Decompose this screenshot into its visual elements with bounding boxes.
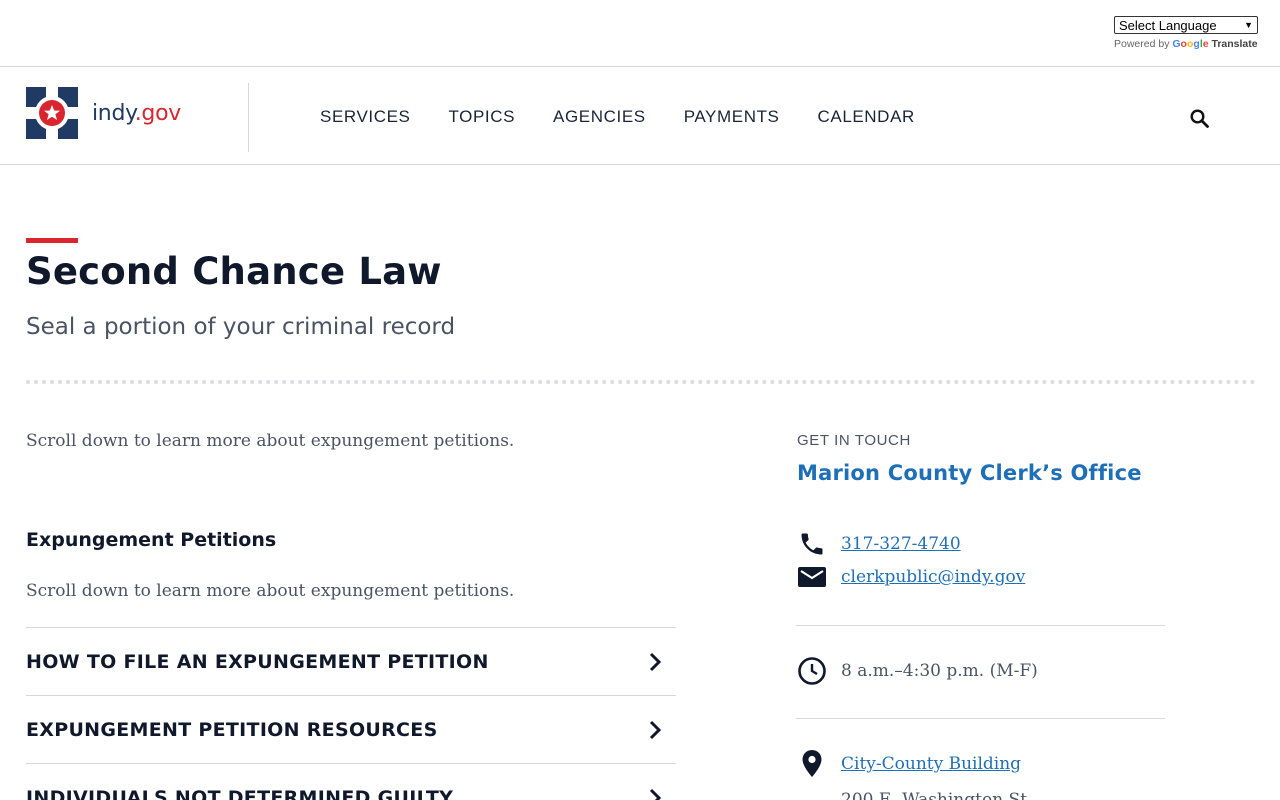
google-logo: Google xyxy=(1172,38,1209,50)
section-text: Scroll down to learn more about expungem… xyxy=(26,581,515,601)
address-text: 200 E. Washington St. xyxy=(841,790,1033,800)
page-subtitle: Seal a portion of your criminal record xyxy=(26,314,456,340)
dotted-divider xyxy=(26,380,1256,384)
nav-payments[interactable]: PAYMENTS xyxy=(684,107,780,127)
phone-row: 317-327-4740 xyxy=(797,529,961,559)
contact-card: GET IN TOUCH Marion County Clerk’s Offic… xyxy=(796,432,1167,800)
accordion-item-label: HOW TO FILE AN EXPUNGEMENT PETITION xyxy=(26,650,489,673)
chevron-right-icon xyxy=(644,719,666,741)
accordion-item-label: EXPUNGEMENT PETITION RESOURCES xyxy=(26,718,438,741)
translate-bar: Select Language ▼ Powered by Google Tran… xyxy=(0,0,1280,67)
accordion-item-how-to-file[interactable]: HOW TO FILE AN EXPUNGEMENT PETITION xyxy=(26,627,676,695)
google-translate-widget: Select Language ▼ Powered by Google Tran… xyxy=(1114,16,1268,50)
section-heading: Expungement Petitions xyxy=(26,529,277,551)
nav-agencies[interactable]: AGENCIES xyxy=(553,107,646,127)
contact-divider xyxy=(796,718,1165,719)
language-select[interactable]: Select Language ▼ xyxy=(1114,16,1258,34)
accordion-item-resources[interactable]: EXPUNGEMENT PETITION RESOURCES xyxy=(26,695,676,763)
search-icon[interactable] xyxy=(1189,108,1211,130)
nav-services[interactable]: SERVICES xyxy=(320,107,410,127)
nav-topics[interactable]: TOPICS xyxy=(448,107,515,127)
location-row: City-County Building xyxy=(797,749,1021,779)
email-row: clerkpublic@indy.gov xyxy=(797,562,1025,592)
translate-link[interactable]: Translate xyxy=(1212,38,1258,50)
header-divider xyxy=(248,83,249,152)
chevron-right-icon xyxy=(644,651,666,673)
chevron-down-icon: ▼ xyxy=(1244,20,1253,30)
hours-text: 8 a.m.–4:30 p.m. (M-F) xyxy=(841,661,1038,681)
site-header: indy.gov SERVICES TOPICS AGENCIES PAYMEN… xyxy=(0,67,1280,165)
logo-indy-text: indy xyxy=(92,100,135,126)
language-select-value: Select Language xyxy=(1119,17,1217,33)
indy-gov-logo[interactable]: indy.gov xyxy=(26,87,181,139)
phone-link[interactable]: 317-327-4740 xyxy=(841,534,961,554)
accordion-item-not-guilty[interactable]: INDIVIDUALS NOT DETERMINED GUILTY xyxy=(26,763,676,800)
location-link[interactable]: City-County Building xyxy=(841,754,1021,774)
chevron-right-icon xyxy=(644,787,666,800)
phone-icon xyxy=(797,529,827,559)
clock-icon xyxy=(797,656,827,686)
powered-by-text: Powered by xyxy=(1114,38,1170,50)
indy-logo-icon xyxy=(26,87,78,139)
office-name[interactable]: Marion County Clerk’s Office xyxy=(797,461,1167,485)
intro-text: Scroll down to learn more about expungem… xyxy=(26,431,515,451)
accordion: HOW TO FILE AN EXPUNGEMENT PETITION EXPU… xyxy=(26,627,676,800)
get-in-touch-label: GET IN TOUCH xyxy=(797,432,911,449)
logo-wordmark: indy.gov xyxy=(92,101,181,126)
accordion-item-label: INDIVIDUALS NOT DETERMINED GUILTY xyxy=(26,786,454,800)
title-accent-bar xyxy=(26,238,78,243)
logo-gov-text: .gov xyxy=(134,100,182,126)
main-nav: SERVICES TOPICS AGENCIES PAYMENTS CALEND… xyxy=(320,107,953,127)
contact-divider xyxy=(796,625,1165,626)
hours-row: 8 a.m.–4:30 p.m. (M-F) xyxy=(797,656,1038,686)
nav-calendar[interactable]: CALENDAR xyxy=(818,107,915,127)
mail-icon xyxy=(797,562,827,592)
address-row: 200 E. Washington St. xyxy=(841,790,1032,800)
page-title: Second Chance Law xyxy=(26,250,442,293)
powered-by-google: Powered by Google Translate xyxy=(1114,38,1268,50)
email-link[interactable]: clerkpublic@indy.gov xyxy=(841,567,1025,587)
location-pin-icon xyxy=(797,749,827,779)
